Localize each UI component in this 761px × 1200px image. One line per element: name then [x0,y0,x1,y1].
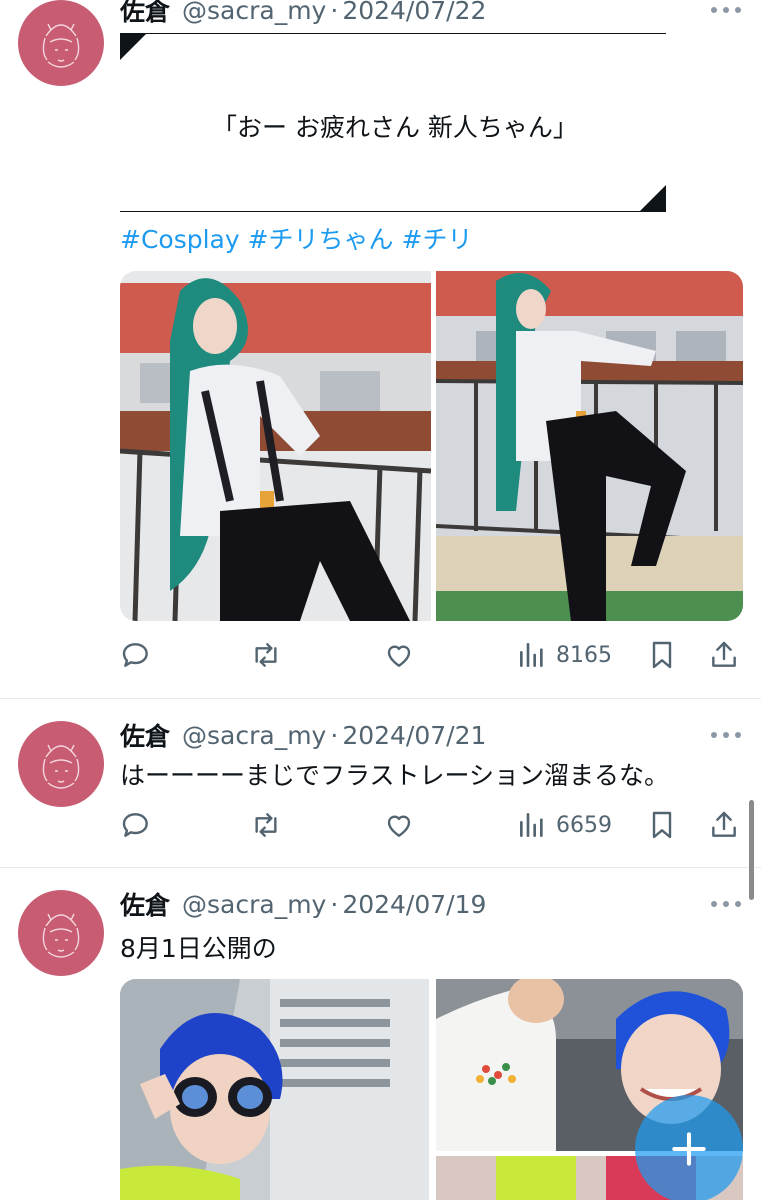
timestamp[interactable]: 2024/07/19 [342,890,486,919]
tweet-header: 佐倉 @sacra_my · 2024/07/22 [120,0,486,30]
avatar-illustration [42,744,80,789]
quote-bottom-corner [640,185,666,211]
quote-top-corner [120,34,146,60]
display-name[interactable]: 佐倉 [120,717,170,753]
tweet-header: 佐倉 @sacra_my · 2024/07/21 [120,715,486,755]
timestamp[interactable]: 2024/07/21 [342,721,486,750]
bookmark-button[interactable] [646,635,678,675]
avatar-illustration [42,913,80,958]
handle[interactable]: @sacra_my [182,0,326,25]
timestamp[interactable]: 2024/07/22 [342,0,486,25]
tweet-text: はーーーーまじでフラストレーション溜まるな。 [120,761,670,790]
reply-button[interactable] [120,805,152,845]
bookmark-button[interactable] [646,805,678,845]
display-name[interactable]: 佐倉 [120,0,170,28]
separator: · [330,0,339,25]
tweet-photo-1[interactable] [120,979,429,1200]
separator: · [330,720,339,750]
share-icon [712,811,736,837]
more-icon[interactable] [711,898,741,910]
compose-icon [672,1132,706,1166]
more-icon[interactable] [711,729,741,741]
bookmark-icon [652,811,672,839]
quote-bottom-line [120,211,666,212]
more-icon[interactable] [711,4,741,16]
views-count: 8165 [556,642,612,668]
views-icon [520,643,543,667]
handle[interactable]: @sacra_my [182,721,326,750]
bookmark-icon [652,641,672,669]
quote-top-line [120,33,666,34]
reply-icon [122,643,148,667]
tweet-2[interactable]: 佐倉 @sacra_my · 2024/07/21 はーーーーまじでフラストレー… [0,699,761,867]
like-button[interactable] [383,805,415,845]
reply-icon [122,813,148,837]
tweet-text: 8月1日公開の [120,934,277,963]
tweet-header: 佐倉 @sacra_my · 2024/07/19 [120,884,486,924]
tweet-actions: 8165 [120,635,742,675]
like-button[interactable] [383,635,415,675]
views-button[interactable]: 8165 [516,635,612,675]
avatar[interactable] [18,0,104,86]
repost-button[interactable] [250,635,282,675]
like-icon [387,645,411,667]
tweet-photo-1[interactable] [120,271,431,621]
avatar[interactable] [18,721,104,807]
repost-button[interactable] [250,805,282,845]
tweet-actions: 6659 [120,805,742,845]
compose-button[interactable] [635,1095,743,1200]
views-count: 6659 [556,812,612,838]
hashtags[interactable]: #Cosplay #チリちゃん #チリ [120,220,472,256]
like-icon [387,815,411,837]
repost-icon [255,643,277,667]
views-button[interactable]: 6659 [516,805,612,845]
avatar[interactable] [18,890,104,976]
share-icon [712,641,736,667]
share-button[interactable] [708,805,740,845]
repost-icon [255,813,277,837]
tweet-1[interactable]: 佐倉 @sacra_my · 2024/07/22 「おー お疲れさん 新人ちゃ… [0,0,761,698]
reply-button[interactable] [120,635,152,675]
display-name[interactable]: 佐倉 [120,886,170,922]
views-icon [520,813,543,837]
share-button[interactable] [708,635,740,675]
tweet-quote-text: 「おー お疲れさん 新人ちゃん」 [212,113,578,142]
avatar-illustration [42,23,80,68]
scrollbar[interactable] [749,800,754,900]
tweet-photo-2[interactable] [436,271,743,621]
handle[interactable]: @sacra_my [182,890,326,919]
separator: · [330,889,339,919]
